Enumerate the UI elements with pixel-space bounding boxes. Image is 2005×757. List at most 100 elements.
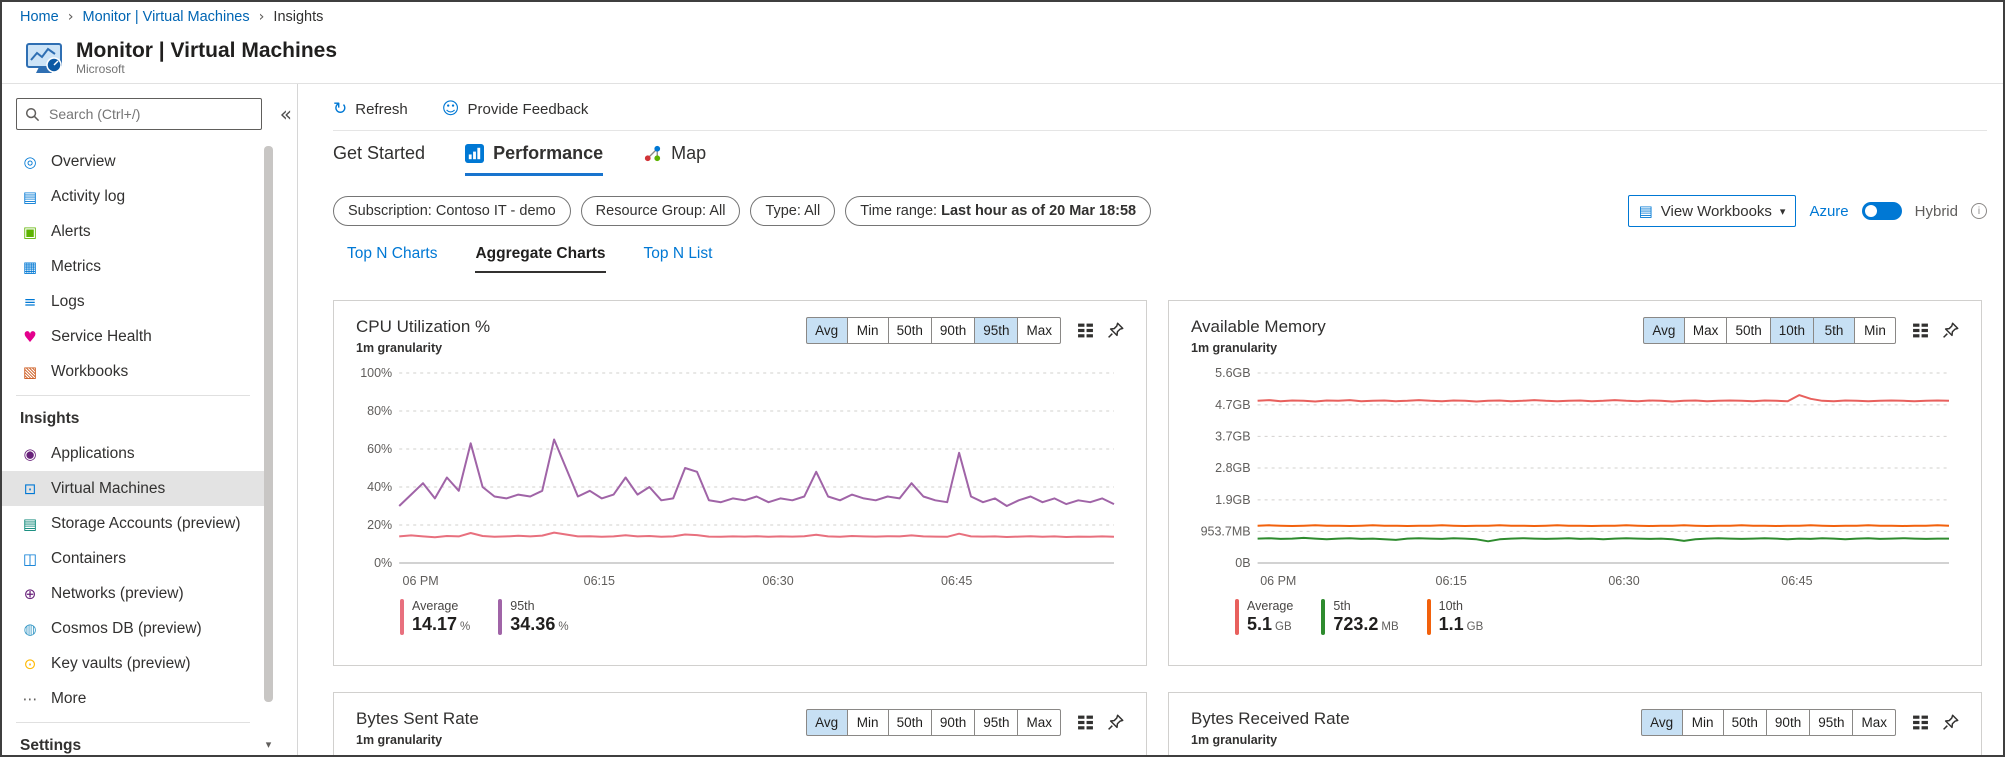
virtual-machines-icon: ⊡	[23, 479, 37, 498]
percentile-button-avg[interactable]: Avg	[1642, 317, 1685, 344]
table-view-icon[interactable]	[1077, 322, 1094, 339]
tab-map[interactable]: Map	[643, 143, 706, 176]
info-icon[interactable]: i	[1971, 203, 1987, 219]
percentile-button-90th[interactable]: 90th	[930, 709, 976, 736]
subtab-top-n-charts[interactable]: Top N Charts	[347, 245, 437, 273]
percentile-button-min[interactable]: Min	[846, 317, 889, 344]
sidebar-item-alerts[interactable]: ▣ Alerts	[2, 214, 264, 249]
sidebar-item-label: Alerts	[51, 222, 91, 240]
sidebar-item-activity-log[interactable]: ▤ Activity log	[2, 179, 264, 214]
containers-icon: ◫	[22, 549, 38, 568]
breadcrumb-monitor-vm[interactable]: Monitor | Virtual Machines	[83, 9, 250, 25]
percentile-button-5th[interactable]: 5th	[1813, 317, 1855, 344]
storage-accounts-icon: ▤	[22, 514, 38, 533]
sidebar-item-cosmos-db[interactable]: ◍ Cosmos DB (preview)	[2, 611, 264, 646]
toolbar-divider	[333, 130, 1987, 131]
percentile-button-min[interactable]: Min	[846, 709, 889, 736]
percentile-button-avg[interactable]: Avg	[805, 317, 848, 344]
percentile-button-avg[interactable]: Avg	[1640, 709, 1683, 736]
provide-feedback-button[interactable]: ☺ Provide Feedback	[442, 99, 589, 119]
time-range-filter-pill[interactable]: Time range: Last hour as of 20 Mar 18:58	[845, 196, 1152, 226]
percentile-button-50th[interactable]: 50th	[887, 709, 932, 736]
sidebar-scrollbar[interactable]: ▾	[264, 144, 273, 755]
table-view-icon[interactable]	[1077, 714, 1094, 731]
sidebar-item-service-health[interactable]: ♥ Service Health	[2, 319, 264, 354]
percentile-button-50th[interactable]: 50th	[1722, 709, 1767, 736]
type-filter-pill[interactable]: Type: All	[750, 196, 836, 226]
legend-swatch	[498, 599, 503, 635]
legend-number: 14.17	[412, 614, 458, 634]
percentile-button-50th[interactable]: 50th	[1726, 317, 1771, 344]
table-view-icon[interactable]	[1912, 714, 1929, 731]
sidebar-item-key-vaults[interactable]: ⊙ Key vaults (preview)	[2, 646, 264, 681]
chart-granularity: 1m granularity	[1191, 341, 1278, 355]
pin-icon[interactable]	[1107, 714, 1124, 731]
card-header: Available Memory 1m granularity Avg Max …	[1191, 317, 1959, 355]
table-view-icon[interactable]	[1912, 322, 1929, 339]
sidebar-item-virtual-machines[interactable]: ⊡ Virtual Machines	[2, 471, 264, 506]
percentile-button-95th[interactable]: 95th	[974, 317, 1019, 344]
filter-bar: Subscription: Contoso IT - demo Resource…	[333, 195, 2003, 227]
card-controls: Avg Min 50th 90th 95th Max	[1640, 709, 1959, 736]
pin-icon[interactable]	[1107, 322, 1124, 339]
subscription-filter-pill[interactable]: Subscription: Contoso IT - demo	[333, 196, 571, 226]
percentile-button-max[interactable]: Max	[1017, 317, 1061, 344]
sidebar-item-label: Workbooks	[51, 362, 129, 380]
sidebar-item-metrics[interactable]: ▦ Metrics	[2, 249, 264, 284]
svg-text:5.6GB: 5.6GB	[1215, 366, 1250, 380]
percentile-button-max[interactable]: Max	[1683, 317, 1728, 344]
subtab-aggregate-charts[interactable]: Aggregate Charts	[475, 245, 606, 273]
chart-title: Available Memory	[1191, 317, 1326, 336]
sidebar-item-networks[interactable]: ⊕ Networks (preview)	[2, 576, 264, 611]
percentile-button-90th[interactable]: 90th	[930, 317, 976, 344]
sidebar-collapse-button[interactable]: «	[280, 100, 292, 128]
chevron-right-icon: ›	[67, 9, 74, 25]
pin-icon[interactable]	[1942, 322, 1959, 339]
sidebar-item-storage-accounts[interactable]: ▤ Storage Accounts (preview)	[2, 506, 264, 541]
percentile-button-10th[interactable]: 10th	[1769, 317, 1814, 344]
breadcrumb-home[interactable]: Home	[20, 9, 59, 25]
sidebar-item-applications[interactable]: ◉ Applications	[2, 436, 264, 471]
scrollbar-thumb[interactable]	[264, 146, 273, 702]
sidebar-divider	[16, 722, 250, 723]
percentile-button-min[interactable]: Min	[1854, 317, 1896, 344]
alerts-icon: ▣	[22, 222, 38, 241]
percentile-button-90th[interactable]: 90th	[1765, 709, 1811, 736]
resource-group-filter-pill[interactable]: Resource Group: All	[580, 196, 741, 226]
sidebar-item-containers[interactable]: ◫ Containers	[2, 541, 264, 576]
legend-swatch	[1235, 599, 1239, 635]
sidebar-item-overview[interactable]: ◎ Overview	[2, 144, 264, 179]
percentile-button-max[interactable]: Max	[1017, 709, 1061, 736]
tab-performance[interactable]: Performance	[465, 143, 604, 176]
percentile-button-95th[interactable]: 95th	[1809, 709, 1854, 736]
tab-label: Performance	[493, 143, 604, 163]
sidebar-search[interactable]	[16, 98, 262, 130]
chart-legend: Average 5.1 GB 5th 723.2 MB 10th 1.1 GB	[1235, 599, 1959, 635]
scrollbar-down-arrow-icon[interactable]: ▾	[261, 737, 276, 752]
percentile-button-50th[interactable]: 50th	[887, 317, 932, 344]
performance-chart-icon	[465, 144, 485, 163]
percentile-button-max[interactable]: Max	[1852, 709, 1896, 736]
card-header: CPU Utilization % 1m granularity Avg Min…	[356, 317, 1124, 355]
subtab-top-n-list[interactable]: Top N List	[644, 245, 713, 273]
search-input[interactable]	[47, 105, 253, 123]
card-icon-group	[1077, 714, 1124, 731]
chart-granularity: 1m granularity	[356, 341, 443, 355]
percentile-button-95th[interactable]: 95th	[974, 709, 1019, 736]
sidebar-item-workbooks[interactable]: ▧ Workbooks	[2, 354, 264, 389]
azure-hybrid-toggle[interactable]	[1861, 202, 1902, 220]
tab-get-started[interactable]: Get Started	[333, 143, 425, 176]
refresh-button[interactable]: ↻ Refresh	[333, 99, 408, 119]
legend-item-5th: 5th 723.2 MB	[1321, 599, 1399, 635]
percentile-button-avg[interactable]: Avg	[805, 709, 848, 736]
pin-icon[interactable]	[1942, 714, 1959, 731]
sidebar-section-insights: Insights	[20, 410, 80, 427]
sidebar-item-more[interactable]: ⋯ More	[2, 681, 264, 716]
view-workbooks-button[interactable]: ▤ View Workbooks ▾	[1627, 195, 1797, 227]
svg-text:06:15: 06:15	[584, 574, 615, 588]
sidebar-item-logs[interactable]: ≡ Logs	[2, 284, 264, 319]
percentile-button-min[interactable]: Min	[1681, 709, 1724, 736]
service-health-icon: ♥	[23, 327, 37, 346]
breadcrumb-insights: Insights	[273, 9, 324, 25]
view-workbooks-label: View Workbooks	[1660, 202, 1772, 220]
